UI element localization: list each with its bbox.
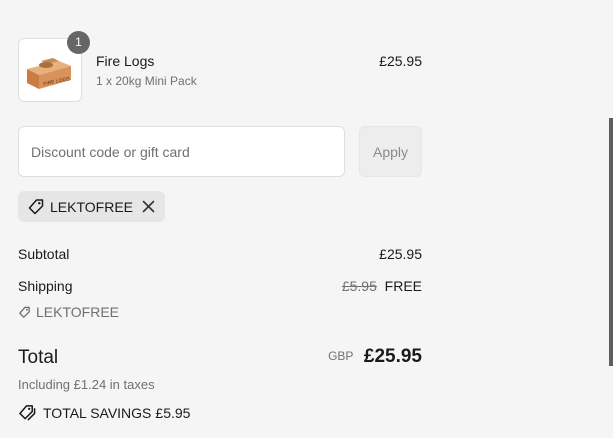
- discount-code-label: LEKTOFREE: [50, 199, 133, 215]
- currency-code: GBP: [328, 349, 354, 363]
- shipping-value-group: £5.95 FREE: [342, 278, 422, 294]
- savings-tag-icon: [19, 405, 36, 421]
- total-label: Total: [18, 347, 59, 368]
- product-variant: 1 x 20kg Mini Pack: [96, 74, 197, 88]
- tag-icon: [28, 199, 44, 215]
- shipping-price: FREE: [384, 278, 422, 294]
- total-value: £25.95: [363, 346, 422, 367]
- shipping-discount-code-label: LEKTOFREE: [36, 304, 119, 320]
- subtotal-label: Subtotal: [18, 246, 70, 262]
- product-thumbnail: FIRE LOGS 1: [18, 31, 90, 102]
- scrollbar-edge: [609, 118, 613, 366]
- apply-button[interactable]: Apply: [359, 126, 422, 177]
- total-amount: GBP £25.95: [328, 346, 422, 368]
- total-savings-value: £5.95: [155, 405, 191, 421]
- shipping-original-price: £5.95: [341, 278, 377, 294]
- applied-discount-chip: LEKTOFREE: [18, 191, 165, 222]
- discount-code-input[interactable]: [18, 126, 345, 177]
- line-item: FIRE LOGS 1 Fire Logs 1 x 20kg Mini Pack…: [18, 31, 422, 102]
- quantity-badge: 1: [67, 31, 90, 54]
- taxes-note: Including £1.24 in taxes: [18, 377, 155, 392]
- close-icon[interactable]: [142, 200, 155, 213]
- subtotal-value: £25.95: [379, 246, 422, 262]
- shipping-label: Shipping: [18, 278, 73, 294]
- product-name: Fire Logs: [96, 53, 155, 69]
- total-savings: TOTAL SAVINGS £5.95: [18, 404, 190, 421]
- shipping-discount-code: LEKTOFREE: [18, 304, 119, 320]
- total-savings-label: TOTAL SAVINGS: [43, 405, 152, 421]
- product-price: £25.95: [379, 53, 422, 69]
- discount-tag-icon: [19, 306, 30, 318]
